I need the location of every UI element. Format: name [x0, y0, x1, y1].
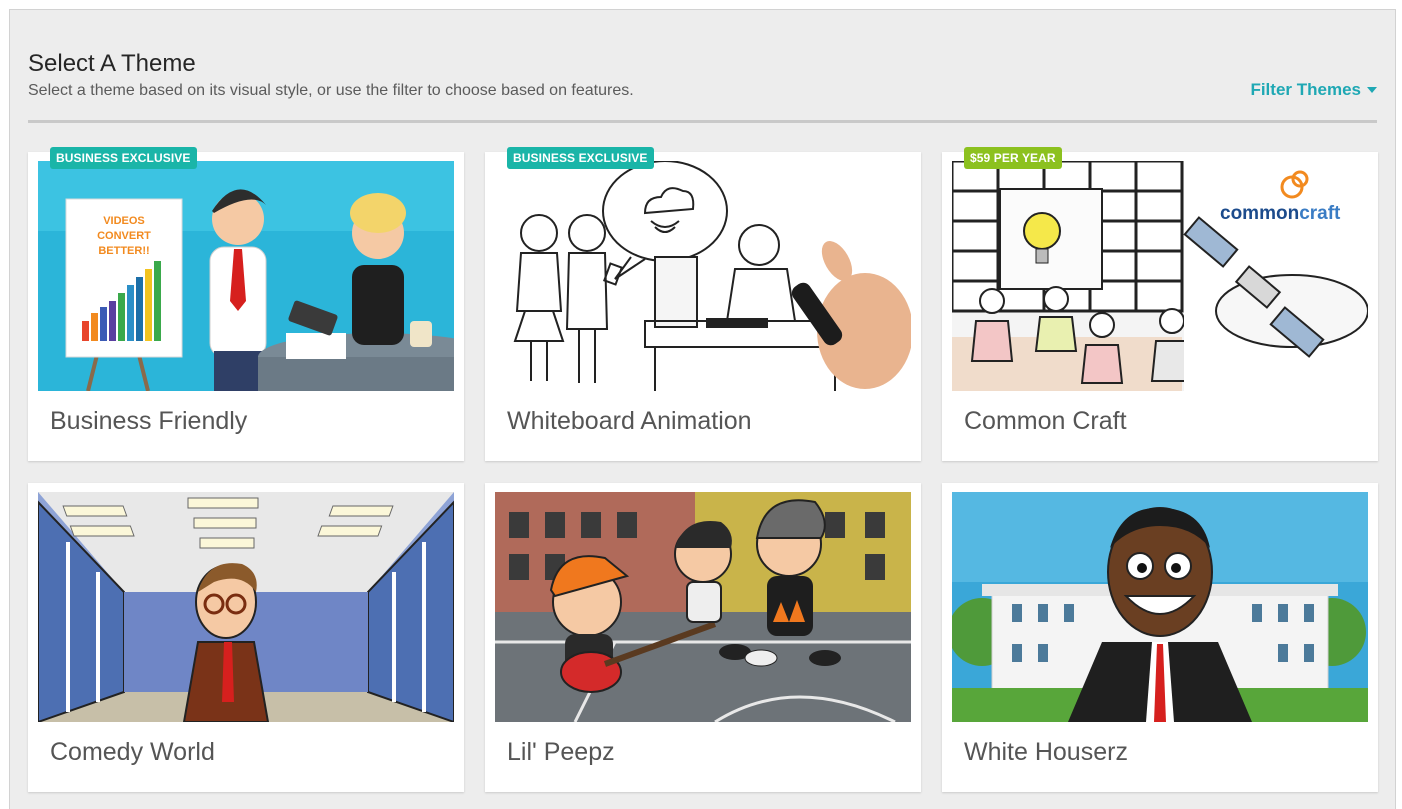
theme-selector-panel: Select A Theme Select a theme based on i…: [9, 9, 1396, 809]
caret-down-icon: [1367, 87, 1377, 93]
theme-thumbnail-lil-peepz: [495, 492, 911, 722]
theme-card-lil-peepz[interactable]: Lil' Peepz: [485, 483, 921, 792]
theme-card-white-houserz[interactable]: White Houserz: [942, 483, 1378, 792]
poster-line-2: CONVERT: [97, 230, 151, 242]
theme-card-whiteboard-animation[interactable]: BUSINESS EXCLUSIVE Whiteboard Animation: [485, 147, 921, 461]
business-exclusive-badge: BUSINESS EXCLUSIVE: [50, 147, 197, 169]
logo-text-craft: craft: [1299, 203, 1341, 224]
theme-thumbnail-comedy-world: [38, 492, 454, 722]
business-exclusive-badge: BUSINESS EXCLUSIVE: [507, 147, 654, 169]
theme-name: Comedy World: [50, 738, 215, 766]
theme-name: Common Craft: [964, 407, 1127, 435]
theme-card-comedy-world[interactable]: Comedy World: [28, 483, 464, 792]
svg-text:commoncraft: commoncraft: [1220, 203, 1341, 224]
theme-card-business-friendly[interactable]: BUSINESS EXCLUSIVE VIDEOS CONVERT BETTER…: [28, 147, 464, 461]
header-divider: [28, 120, 1377, 123]
poster-line-1: VIDEOS: [103, 215, 145, 227]
theme-thumbnail-whiteboard-animation: [495, 161, 911, 391]
theme-thumbnail-white-houserz: [952, 492, 1368, 722]
filter-themes-dropdown[interactable]: Filter Themes: [1250, 80, 1377, 100]
theme-name: White Houserz: [964, 738, 1128, 766]
filter-themes-label: Filter Themes: [1250, 80, 1361, 99]
theme-thumbnail-business-friendly: VIDEOS CONVERT BETTER!!: [38, 161, 454, 391]
logo-text-common: common: [1220, 203, 1299, 224]
theme-card-common-craft[interactable]: $59 PER YEAR commoncraft Common Craft: [942, 147, 1378, 461]
theme-thumbnail-common-craft: commoncraft: [952, 161, 1368, 391]
page-title: Select A Theme: [28, 50, 196, 77]
theme-name: Business Friendly: [50, 407, 248, 435]
theme-name: Lil' Peepz: [507, 738, 615, 766]
page-subtitle: Select a theme based on its visual style…: [28, 82, 634, 99]
price-badge: $59 PER YEAR: [964, 147, 1062, 169]
poster-line-3: BETTER!!: [98, 245, 149, 257]
theme-name: Whiteboard Animation: [507, 407, 752, 435]
